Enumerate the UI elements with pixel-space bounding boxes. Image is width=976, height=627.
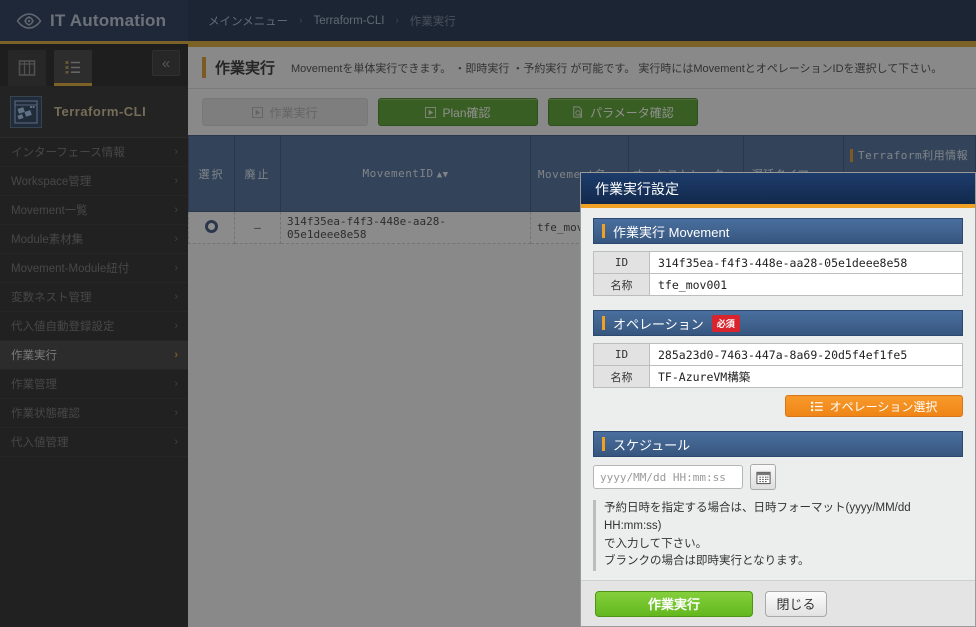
section-tick-icon — [602, 437, 605, 451]
operation-select-row: オペレーション選択 — [593, 395, 963, 417]
calendar-icon — [755, 471, 771, 484]
list-select-icon — [810, 401, 823, 411]
field-label-movement-name: 名称 — [593, 273, 650, 296]
section-tick-icon — [602, 224, 605, 238]
section-header-movement-label: 作業実行 Movement — [613, 224, 730, 240]
field-label-movement-id: ID — [593, 251, 650, 274]
movement-fields: ID 314f35ea-f4f3-448e-aa28-05e1deee8e58 … — [593, 251, 963, 296]
dialog-execute-button[interactable]: 作業実行 — [595, 590, 753, 617]
dialog-footer: 作業実行 閉じる — [581, 580, 975, 626]
dialog-close-button[interactable]: 閉じる — [765, 590, 827, 617]
schedule-hint-line-3: ブランクの場合は即時実行となります。 — [604, 555, 810, 568]
field-value-movement-id: 314f35ea-f4f3-448e-aa28-05e1deee8e58 — [649, 251, 963, 274]
schedule-row: yyyy/MM/dd HH:mm:ss — [593, 464, 963, 490]
field-label-operation-name: 名称 — [593, 365, 650, 388]
app-root: IT Automation メインメニュー › Terraform-CLI › … — [0, 0, 976, 627]
operation-select-button[interactable]: オペレーション選択 — [785, 395, 963, 417]
section-header-operation-label: オペレーション — [613, 316, 704, 332]
field-value-operation-id: 285a23d0-7463-447a-8a69-20d5f4ef1fe5 — [649, 343, 963, 366]
section-header-operation: オペレーション 必須 — [593, 310, 963, 336]
dialog-body: 作業実行 Movement ID 314f35ea-f4f3-448e-aa28… — [581, 208, 975, 580]
operation-select-button-label: オペレーション選択 — [829, 399, 938, 414]
required-badge: 必須 — [711, 314, 740, 332]
field-value-operation-name: TF-AzureVM構築 — [649, 365, 963, 388]
schedule-datetime-input[interactable]: yyyy/MM/dd HH:mm:ss — [593, 465, 743, 489]
section-header-schedule: スケジュール — [593, 431, 963, 457]
execution-settings-dialog: 作業実行設定 作業実行 Movement ID 314f35ea-f4f3-44… — [580, 172, 976, 627]
dialog-title: 作業実行設定 — [581, 173, 975, 208]
schedule-hint-line-1: 予約日時を指定する場合は、日時フォーマット(yyyy/MM/dd HH:mm:s… — [604, 502, 911, 532]
field-label-operation-id: ID — [593, 343, 650, 366]
section-header-movement: 作業実行 Movement — [593, 218, 963, 244]
section-tick-icon — [602, 316, 605, 330]
operation-fields: ID 285a23d0-7463-447a-8a69-20d5f4ef1fe5 … — [593, 343, 963, 388]
section-header-schedule-label: スケジュール — [613, 437, 691, 453]
field-value-movement-name: tfe_mov001 — [649, 273, 963, 296]
calendar-picker-button[interactable] — [750, 464, 776, 490]
schedule-hint-line-2: で入力して下さい。 — [604, 537, 708, 550]
schedule-hint: 予約日時を指定する場合は、日時フォーマット(yyyy/MM/dd HH:mm:s… — [593, 500, 963, 572]
